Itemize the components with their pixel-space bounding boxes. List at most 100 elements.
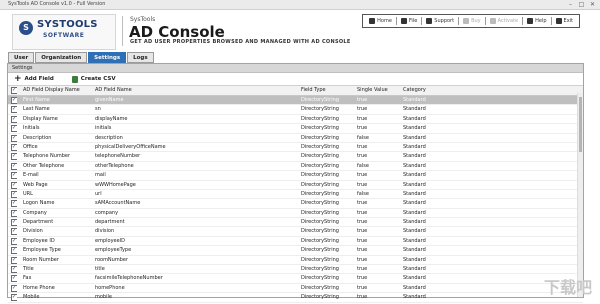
help-icon xyxy=(527,18,534,24)
category-cell: Standard xyxy=(403,209,426,216)
display-name-cell: Mobile xyxy=(23,294,40,301)
maximize-button[interactable]: □ xyxy=(577,1,586,8)
table-row[interactable]: URL url DirectoryString false Standard xyxy=(8,190,583,200)
col-single-value[interactable]: Single Value xyxy=(357,86,402,95)
app-header: S SYSTOOLS SOFTWARE SysTools AD Console … xyxy=(0,10,600,50)
category-cell: Standard xyxy=(403,256,426,263)
exit-label: Exit xyxy=(563,18,573,24)
systools-logo: S SYSTOOLS SOFTWARE xyxy=(12,14,116,50)
table-row[interactable]: First Name givenName DirectoryString true St… xyxy=(8,96,583,106)
category-cell: Standard xyxy=(403,97,426,103)
table-row[interactable]: Home Phone homePhone DirectoryString true St… xyxy=(8,284,583,294)
table-row[interactable]: Department department DirectoryString true S… xyxy=(8,218,583,228)
category-cell: Standard xyxy=(403,247,426,254)
add-field-button[interactable]: + Add Field xyxy=(14,74,54,84)
single-value-cell: true xyxy=(357,200,368,207)
logo-mark-icon: S xyxy=(19,21,33,35)
logo-sub: SOFTWARE xyxy=(43,32,85,39)
tab-logs[interactable]: Logs xyxy=(127,52,154,63)
table-header: AD Field Display Name AD Field Name Fiel… xyxy=(8,86,583,96)
file-button[interactable]: File xyxy=(398,16,420,26)
cart-icon xyxy=(463,18,470,24)
table-row[interactable]: Title title DirectoryString true Standard xyxy=(8,265,583,275)
toolbar-separator xyxy=(484,17,486,25)
table-row[interactable]: Description description DirectoryString fal… xyxy=(8,134,583,143)
field-type-cell: DirectoryString xyxy=(301,237,339,244)
field-type-cell: DirectoryString xyxy=(301,172,339,179)
table-row[interactable]: Web Page wWWHomePage DirectoryString true St… xyxy=(8,181,583,190)
category-cell: Standard xyxy=(403,200,426,207)
display-name-cell: Title xyxy=(23,266,34,273)
toolbar-separator xyxy=(550,17,552,25)
table-row[interactable]: Telephone Number telephoneNumber Directory… xyxy=(8,152,583,162)
table-row[interactable]: Company company DirectoryString true Standar… xyxy=(8,209,583,219)
tab-organization[interactable]: Organization xyxy=(35,52,88,63)
single-value-cell: true xyxy=(357,181,368,188)
table-row[interactable]: Office physicalDeliveryOfficeName Director… xyxy=(8,143,583,153)
row-checkbox[interactable] xyxy=(11,293,17,303)
field-name-cell: facsimileTelephoneNumber xyxy=(95,275,163,282)
table-row[interactable]: Other Telephone otherTelephone DirectorySt… xyxy=(8,162,583,172)
add-field-label: Add Field xyxy=(24,76,54,82)
support-button[interactable]: Support xyxy=(423,16,457,26)
close-button[interactable]: ✕ xyxy=(588,1,597,8)
category-cell: Standard xyxy=(403,106,426,113)
col-display-name[interactable]: AD Field Display Name xyxy=(23,86,95,95)
col-field-type[interactable]: Field Type xyxy=(301,86,357,95)
vertical-scrollbar[interactable] xyxy=(577,93,583,297)
single-value-cell: true xyxy=(357,219,368,226)
display-name-cell: Display Name xyxy=(23,115,58,122)
exit-button[interactable]: Exit xyxy=(553,16,576,26)
table-row[interactable]: Division division DirectoryString true Stand… xyxy=(8,227,583,237)
table-row[interactable]: Initials initials DirectoryString true Stand… xyxy=(8,124,583,134)
field-name-cell: otherTelephone xyxy=(95,162,134,169)
table-row[interactable]: Display Name displayName DirectoryString tr… xyxy=(8,115,583,125)
buy-label: Buy xyxy=(471,18,481,24)
table-row[interactable]: E-mail mail DirectoryString true Standard xyxy=(8,171,583,181)
field-name-cell: mail xyxy=(95,172,106,179)
table-row[interactable]: Last Name sn DirectoryString true Standard xyxy=(8,105,583,115)
field-type-cell: DirectoryString xyxy=(301,294,339,301)
display-name-cell: Description xyxy=(23,134,52,141)
toolbar-separator xyxy=(522,17,524,25)
activate-button[interactable]: Activate xyxy=(487,16,522,26)
table-row[interactable]: Logon Name sAMAccountName DirectoryString t… xyxy=(8,199,583,209)
category-cell: Standard xyxy=(403,294,426,301)
single-value-cell: true xyxy=(357,115,368,122)
table-row[interactable]: Room Number roomNumber DirectoryString true… xyxy=(8,256,583,266)
buy-button[interactable]: Buy xyxy=(460,16,484,26)
col-field-name[interactable]: AD Field Name xyxy=(95,86,301,95)
table-row[interactable]: Employee ID employeeID DirectoryString true… xyxy=(8,237,583,247)
single-value-cell: true xyxy=(357,284,368,291)
file-label: File xyxy=(408,18,418,24)
category-cell: Standard xyxy=(403,190,426,197)
col-category[interactable]: Category xyxy=(403,86,463,95)
category-cell: Standard xyxy=(403,181,426,188)
display-name-cell: Division xyxy=(23,228,43,235)
category-cell: Standard xyxy=(403,115,426,122)
help-button[interactable]: Help xyxy=(524,16,549,26)
scroll-thumb[interactable] xyxy=(579,97,582,152)
single-value-cell: true xyxy=(357,153,368,160)
top-toolbar: Home File Support Buy Activate Help Exit xyxy=(362,14,580,28)
settings-panel: Settings +Add Field Create CSV AD Field … xyxy=(7,63,584,303)
create-csv-button[interactable]: Create CSV xyxy=(71,75,116,83)
minimize-button[interactable]: – xyxy=(566,1,575,8)
field-name-cell: initials xyxy=(95,125,112,132)
home-button[interactable]: Home xyxy=(366,16,395,26)
main-tabs: User Organization Settings Logs xyxy=(8,52,154,63)
plus-icon: + xyxy=(14,74,22,84)
single-value-cell: true xyxy=(357,294,368,301)
panel-title: Settings xyxy=(8,64,583,73)
field-type-cell: DirectoryString xyxy=(301,115,339,122)
table-row[interactable]: Mobile mobile DirectoryString true Standard xyxy=(8,293,583,303)
tab-settings[interactable]: Settings xyxy=(88,52,127,63)
single-value-cell: true xyxy=(357,125,368,132)
home-icon xyxy=(369,18,376,24)
table-row[interactable]: Employee Type employeeType DirectoryString… xyxy=(8,246,583,256)
field-type-cell: DirectoryString xyxy=(301,153,339,160)
table-row[interactable]: Fax facsimileTelephoneNumber DirectoryStri… xyxy=(8,274,583,284)
display-name-cell: Home Phone xyxy=(23,284,55,291)
tab-user[interactable]: User xyxy=(8,52,35,63)
single-value-cell: true xyxy=(357,275,368,282)
